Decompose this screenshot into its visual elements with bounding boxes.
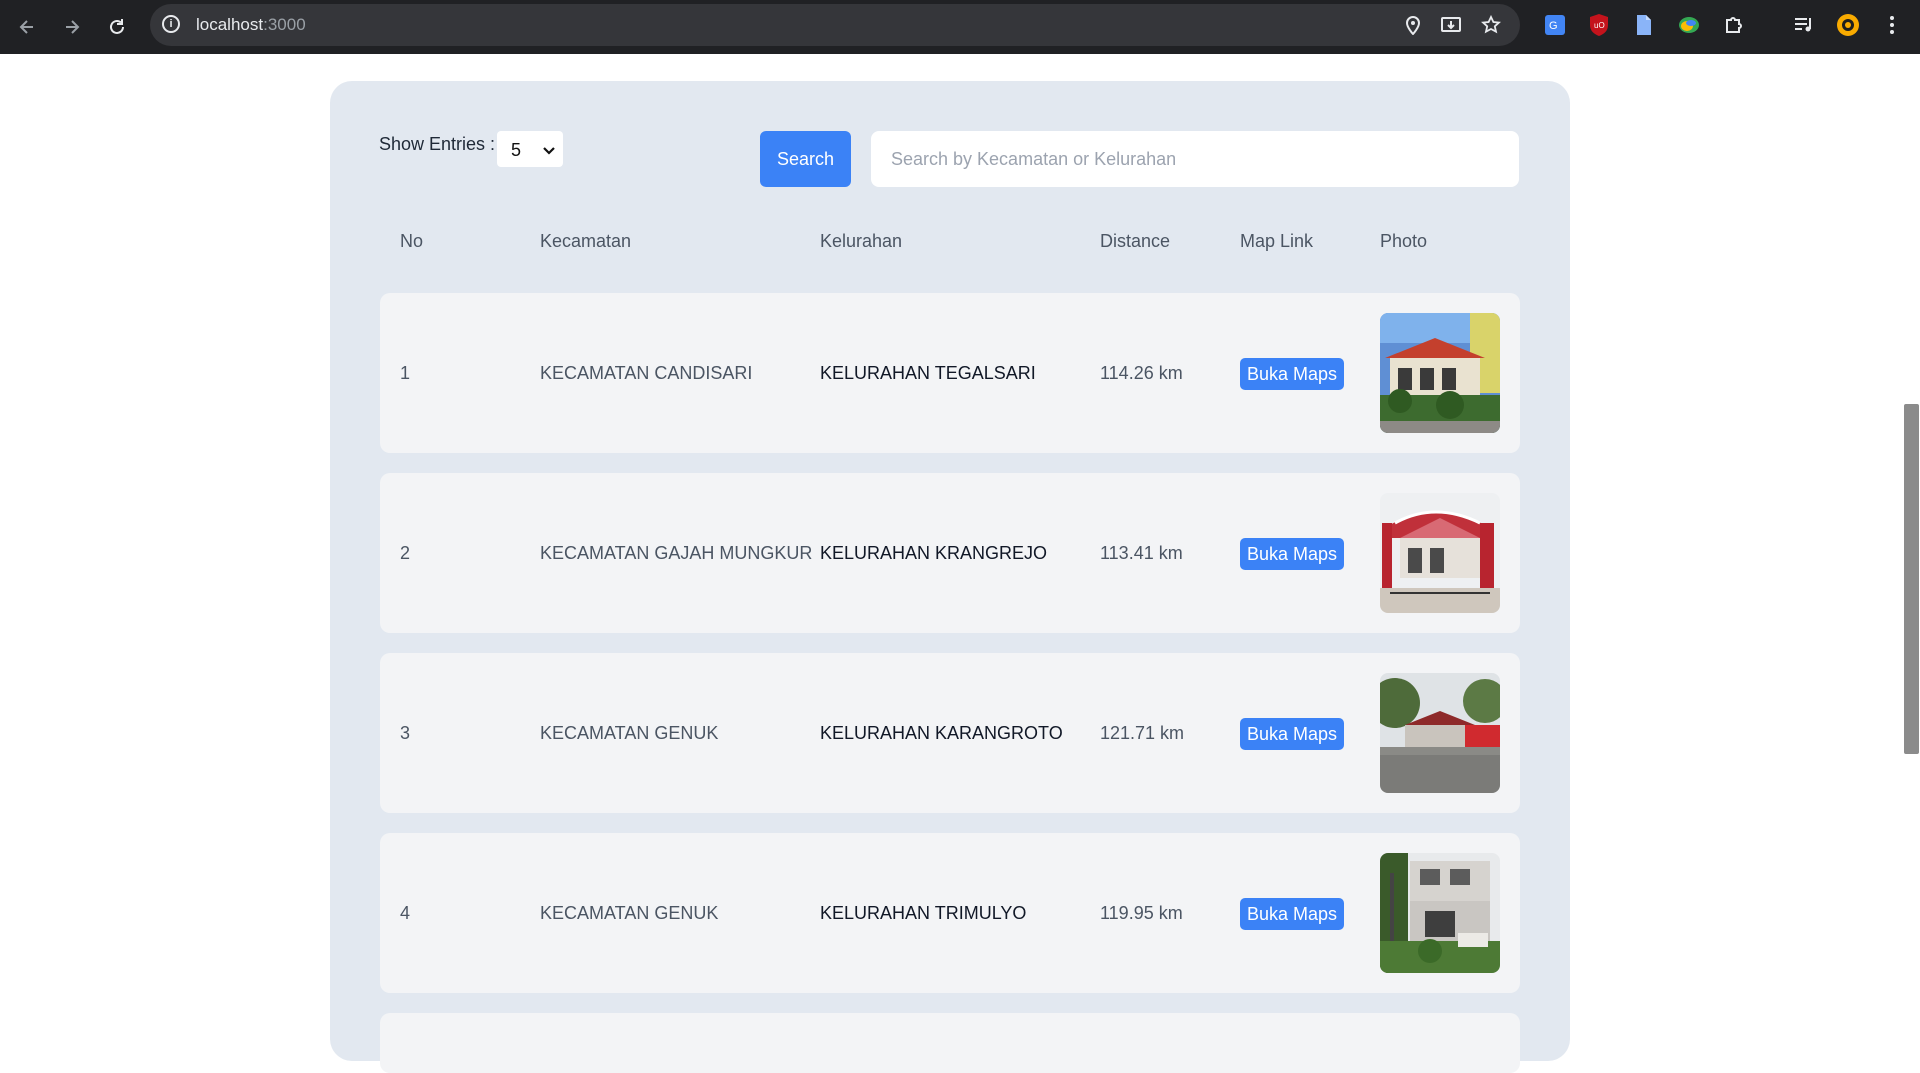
open-maps-button[interactable]: Buka Maps <box>1240 898 1344 930</box>
search-input[interactable]: Search by Kecamatan or Kelurahan <box>871 131 1519 187</box>
header-no: No <box>400 231 424 251</box>
office-photo[interactable] <box>1380 673 1500 793</box>
reload-icon[interactable] <box>100 10 134 44</box>
header-distance: Distance <box>1100 231 1171 251</box>
row-kecamatan: KECAMATAN GENUK <box>540 723 719 743</box>
back-icon[interactable] <box>10 10 44 44</box>
row-kecamatan: KECAMATAN GAJAH MUNGKUR <box>540 543 813 563</box>
office-photo[interactable] <box>1380 493 1500 613</box>
row-kecamatan: KECAMATAN GENUK <box>540 903 719 923</box>
table-row: 1 KECAMATAN CANDISARI KELURAHAN TEGALSAR… <box>380 293 1520 453</box>
google-translate-icon[interactable]: G <box>1543 13 1567 37</box>
table-panel: Show Entries : 5 Search Search by Kecama… <box>330 81 1570 1073</box>
scrollbar-thumb[interactable] <box>1904 404 1919 754</box>
header-kecamatan: Kecamatan <box>540 231 632 251</box>
chevron-down-icon <box>542 141 556 162</box>
table-header: No Kecamatan Kelurahan Distance Map Link… <box>330 231 1570 261</box>
address-bar[interactable]: i localhost:3000 <box>150 4 1520 46</box>
row-no: 4 <box>400 903 411 923</box>
color-extension-icon[interactable] <box>1677 13 1701 37</box>
table-row: 3 KECAMATAN GENUK KELURAHAN KARANGROTO 1… <box>380 653 1520 813</box>
row-kelurahan: KELURAHAN TEGALSARI <box>820 363 1036 383</box>
row-kelurahan: KELURAHAN KARANGROTO <box>820 723 1063 743</box>
site-info-icon[interactable]: i <box>162 15 180 33</box>
show-entries-label: Show Entries : <box>379 134 496 154</box>
office-photo[interactable] <box>1380 313 1500 433</box>
header-map-link: Map Link <box>1240 231 1314 251</box>
location-icon[interactable] <box>1402 14 1424 36</box>
svg-text:G: G <box>1549 20 1558 32</box>
open-maps-button[interactable]: Buka Maps <box>1240 358 1344 390</box>
ublock-icon[interactable]: uO <box>1587 13 1611 37</box>
table-row: 2 KECAMATAN GAJAH MUNGKUR KELURAHAN KRAN… <box>380 473 1520 633</box>
search-placeholder: Search by Kecamatan or Kelurahan <box>891 148 1177 169</box>
row-no: 2 <box>400 543 411 563</box>
url-text[interactable]: localhost:3000 <box>196 15 306 35</box>
show-entries-value: 5 <box>511 140 522 160</box>
svg-text:uO: uO <box>1594 21 1605 30</box>
extensions-puzzle-icon[interactable] <box>1722 13 1746 37</box>
document-extension-icon[interactable] <box>1632 13 1656 37</box>
row-kelurahan: KELURAHAN TRIMULYO <box>820 903 1027 923</box>
install-app-icon[interactable] <box>1440 14 1462 36</box>
row-distance: 113.41 km <box>1100 543 1183 563</box>
table-row: 4 KECAMATAN GENUK KELURAHAN TRIMULYO 119… <box>380 833 1520 993</box>
bookmark-star-icon[interactable] <box>1480 14 1502 36</box>
browser-toolbar: i localhost:3000 G uO <box>0 0 1920 54</box>
row-distance: 119.95 km <box>1100 903 1183 923</box>
row-kecamatan: KECAMATAN CANDISARI <box>540 363 753 383</box>
office-photo[interactable] <box>1380 853 1500 973</box>
show-entries-select[interactable]: 5 <box>497 131 563 167</box>
open-maps-button[interactable]: Buka Maps <box>1240 538 1344 570</box>
search-button[interactable]: Search <box>760 131 851 187</box>
header-kelurahan: Kelurahan <box>820 231 903 251</box>
profile-avatar-icon[interactable] <box>1836 13 1860 37</box>
row-no: 3 <box>400 723 411 743</box>
header-photo: Photo <box>1380 231 1428 251</box>
row-kelurahan: KELURAHAN KRANGREJO <box>820 543 1048 563</box>
row-distance: 114.26 km <box>1100 363 1183 383</box>
media-queue-icon[interactable] <box>1792 13 1816 37</box>
row-distance: 121.71 km <box>1100 723 1185 743</box>
browser-menu-icon[interactable] <box>1880 13 1904 37</box>
open-maps-button[interactable]: Buka Maps <box>1240 718 1344 750</box>
row-no: 1 <box>400 363 411 383</box>
page-scrollbar[interactable] <box>1903 54 1920 1025</box>
forward-icon[interactable] <box>55 10 89 44</box>
table-row <box>380 1013 1520 1073</box>
